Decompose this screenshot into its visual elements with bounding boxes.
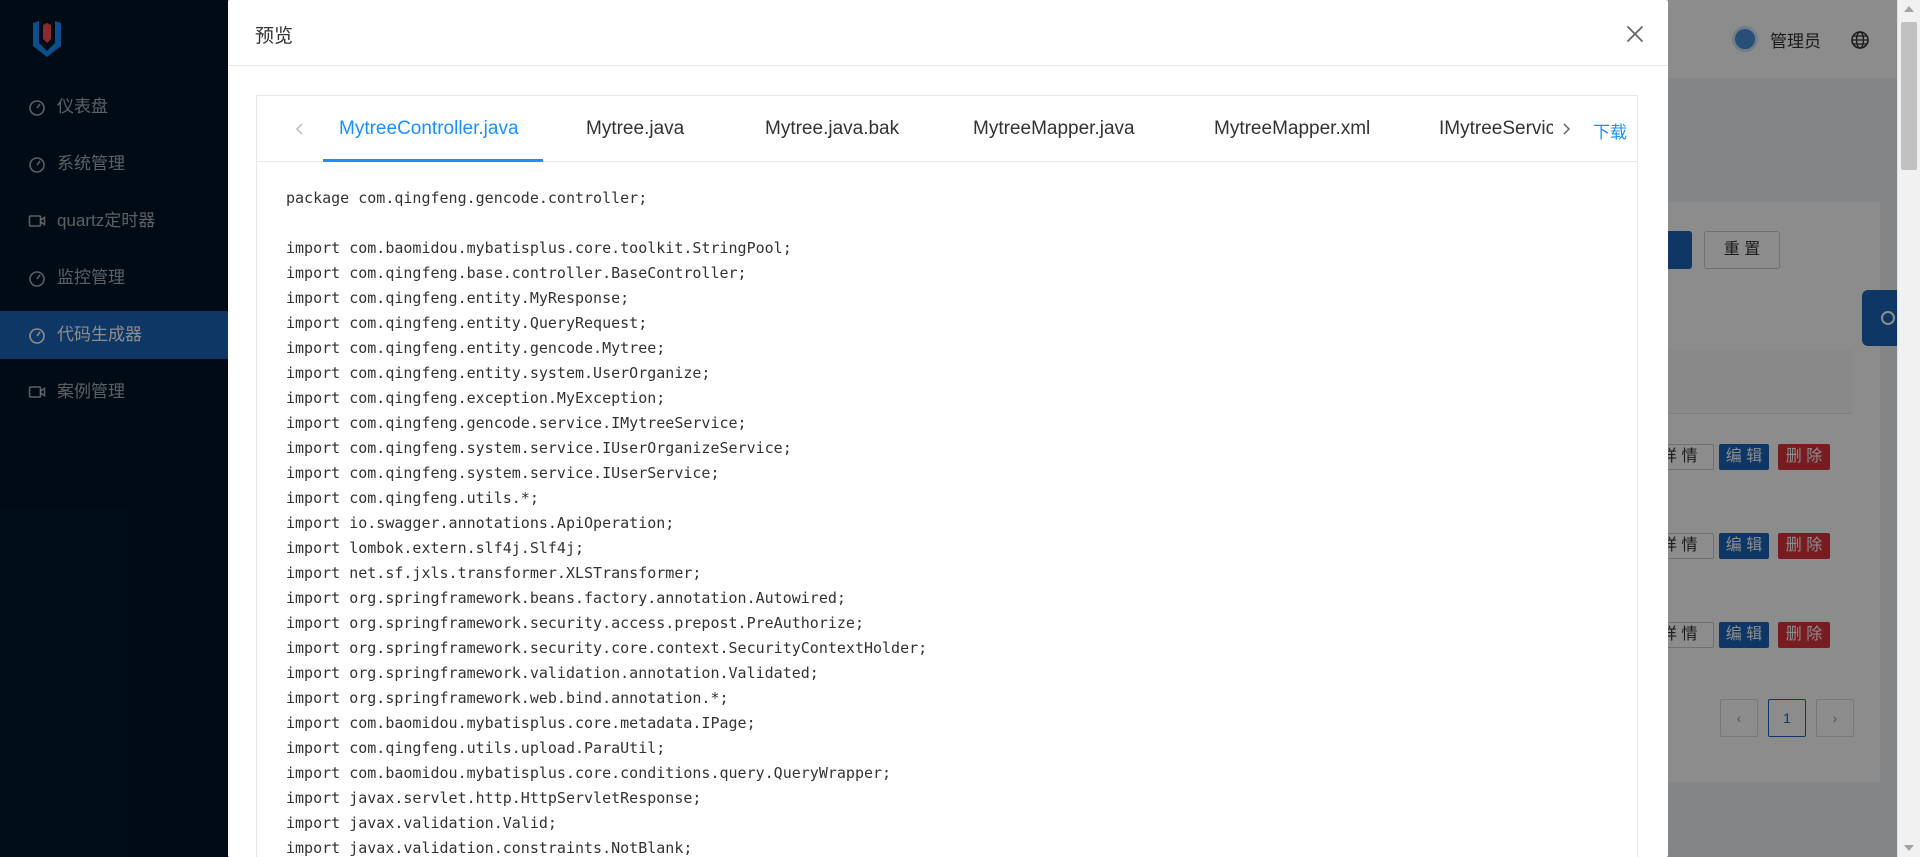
close-icon[interactable] xyxy=(1623,22,1647,46)
preview-modal: 预览 MytreeController.java Mytree.java Myt… xyxy=(228,0,1668,857)
tab-mytree-mapper-xml[interactable]: MytreeMapper.xml xyxy=(1214,96,1370,162)
scrollbar[interactable] xyxy=(1897,0,1920,857)
scroll-down-icon[interactable] xyxy=(1904,845,1914,851)
tab-mytree-java-bak[interactable]: Mytree.java.bak xyxy=(765,96,899,162)
tabs-viewport: MytreeController.java Mytree.java Mytree… xyxy=(313,96,1553,162)
download-link[interactable]: 下载 xyxy=(1593,118,1627,143)
tab-mytree-mapper-java[interactable]: MytreeMapper.java xyxy=(973,96,1135,162)
tab-mytree-controller[interactable]: MytreeController.java xyxy=(339,96,519,162)
chevron-right-icon[interactable] xyxy=(1559,120,1573,138)
code-content: package com.qingfeng.gencode.controller;… xyxy=(286,189,928,857)
scroll-up-icon[interactable] xyxy=(1904,6,1914,12)
tab-imytree-service[interactable]: IMytreeService.java xyxy=(1439,96,1553,162)
tab-ink-bar xyxy=(323,159,543,162)
tab-mytree-java[interactable]: Mytree.java xyxy=(586,96,684,162)
chevron-left-icon[interactable] xyxy=(293,120,307,138)
file-tabs: MytreeController.java Mytree.java Mytree… xyxy=(257,96,1637,162)
modal-header: 预览 xyxy=(228,0,1668,66)
scrollbar-thumb[interactable] xyxy=(1901,22,1917,170)
modal-title: 预览 xyxy=(255,26,294,47)
code-preview-card: MytreeController.java Mytree.java Mytree… xyxy=(256,95,1638,857)
